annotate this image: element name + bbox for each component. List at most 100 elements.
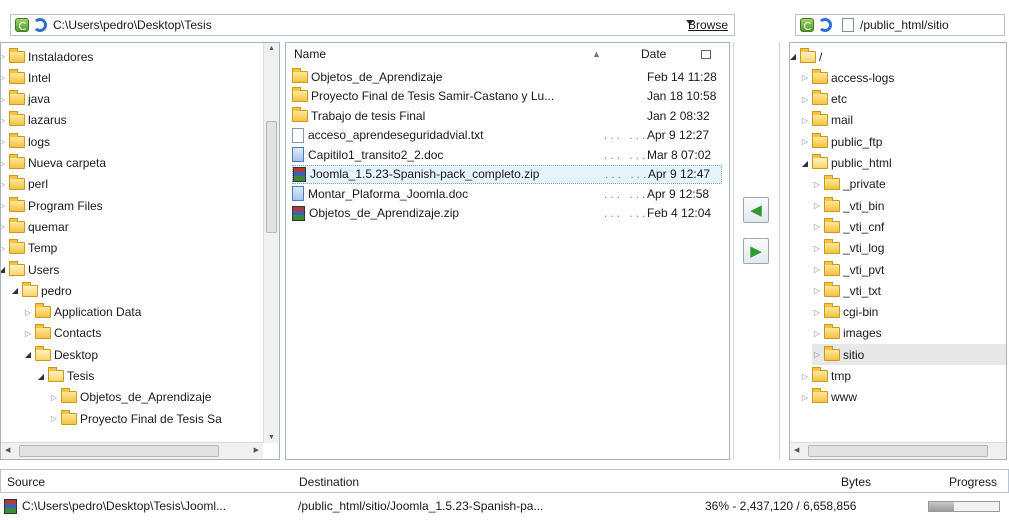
- expand-icon[interactable]: ▷: [800, 73, 810, 82]
- tree-item[interactable]: ▷ sitio: [812, 344, 1006, 366]
- file-row[interactable]: Montar_Plaforma_Joomla.doc ... ... Apr 9 1…: [292, 184, 722, 203]
- expand-icon[interactable]: ▷: [800, 137, 810, 146]
- tree-item[interactable]: ▷ Objetos_de_Aprendizaje: [49, 387, 211, 408]
- horizontal-scrollbar[interactable]: ◀: [790, 442, 1006, 459]
- horizontal-scrollbar[interactable]: ◀ ▶: [1, 442, 263, 459]
- expand-icon[interactable]: ▷: [23, 329, 33, 338]
- expand-icon[interactable]: ▷: [812, 350, 822, 359]
- tree-item[interactable]: ▷ _vti_pvt: [812, 259, 884, 280]
- expand-icon[interactable]: ▷: [1, 222, 7, 231]
- expand-icon[interactable]: ▷: [812, 201, 822, 210]
- tree-item[interactable]: ▷ Intel: [1, 67, 51, 88]
- tree-item[interactable]: ◢ /: [790, 46, 822, 67]
- expand-icon[interactable]: ▷: [800, 116, 810, 125]
- tree-item[interactable]: ▷ Program Files: [1, 195, 103, 216]
- file-row[interactable]: Objetos_de_Aprendizaje.zip ... ... Feb 4 1…: [292, 204, 722, 223]
- file-row[interactable]: Joomla_1.5.23-Spanish-pack_completo.zip.…: [292, 164, 722, 184]
- column-header-name[interactable]: Name ▲: [294, 43, 601, 65]
- column-header-source[interactable]: Source: [7, 475, 45, 489]
- tree-item[interactable]: ▷ _private: [812, 174, 886, 195]
- tree-item[interactable]: ▷ public_ftp: [800, 131, 882, 152]
- refresh-icon[interactable]: [33, 18, 47, 32]
- file-row[interactable]: Trabajo de tesis Final Jan 2 08:32: [292, 106, 722, 125]
- tree-item[interactable]: ▷ logs: [1, 131, 50, 152]
- column-header-progress[interactable]: Progress: [949, 475, 997, 489]
- expand-icon[interactable]: ▷: [812, 222, 822, 231]
- scroll-thumb[interactable]: [808, 445, 988, 457]
- expand-icon[interactable]: ▷: [812, 329, 822, 338]
- expand-icon[interactable]: ▷: [800, 95, 810, 104]
- expand-icon[interactable]: ▷: [800, 393, 810, 402]
- transfer-queue-row[interactable]: C:\Users\pedro\Desktop\Tesis\Jooml... /p…: [0, 497, 1009, 517]
- download-arrow-button[interactable]: ◀: [743, 197, 769, 223]
- expand-icon[interactable]: ▷: [1, 52, 7, 61]
- collapse-icon[interactable]: ◢: [800, 159, 810, 168]
- column-header-bytes[interactable]: Bytes: [841, 475, 871, 489]
- expand-icon[interactable]: ▷: [812, 180, 822, 189]
- expand-icon[interactable]: ▷: [1, 73, 7, 82]
- tree-item[interactable]: ▷ access-logs: [800, 67, 894, 88]
- expand-icon[interactable]: ▷: [1, 244, 7, 253]
- upload-arrow-button[interactable]: ▶: [743, 238, 769, 264]
- tree-item[interactable]: ▷ etc: [800, 89, 847, 110]
- expand-icon[interactable]: ▷: [812, 265, 822, 274]
- file-row[interactable]: acceso_aprendeseguridadvial.txt ... ... Ap…: [292, 126, 722, 145]
- expand-icon[interactable]: ▷: [49, 393, 59, 402]
- expand-icon[interactable]: ▷: [1, 180, 7, 189]
- column-header-destination[interactable]: Destination: [299, 475, 359, 489]
- expand-icon[interactable]: ▷: [812, 286, 822, 295]
- local-path-input[interactable]: C:\Users\pedro\Desktop\Tesis: [53, 18, 212, 32]
- expand-icon[interactable]: ▷: [49, 414, 59, 423]
- tree-item[interactable]: ▷ cgi-bin: [812, 302, 878, 323]
- remote-path-input[interactable]: /public_html/sitio: [860, 18, 949, 32]
- scroll-thumb[interactable]: [19, 445, 219, 457]
- tree-item[interactable]: ▷ Application Data: [23, 302, 141, 323]
- tree-item[interactable]: ▷ _vti_txt: [812, 280, 881, 301]
- local-path-bar[interactable]: C:\Users\pedro\Desktop\Tesis Browse: [10, 14, 735, 36]
- tree-item[interactable]: ▷ Temp: [1, 238, 57, 259]
- scroll-thumb[interactable]: [266, 121, 277, 233]
- collapse-icon[interactable]: ◢: [36, 372, 46, 381]
- expand-icon[interactable]: ▷: [812, 244, 822, 253]
- collapse-icon[interactable]: ◢: [23, 350, 33, 359]
- local-folder-tree[interactable]: ▷ Instaladores ▷ Intel ▷ java ▷ lazarus ▷ logs ▷ Nu…: [0, 42, 280, 460]
- collapse-icon[interactable]: ◢: [10, 286, 20, 295]
- column-header-date[interactable]: Date: [641, 43, 721, 65]
- tree-item[interactable]: ▷ _vti_bin: [812, 195, 884, 216]
- collapse-icon[interactable]: ◢: [790, 52, 798, 61]
- remote-path-bar[interactable]: /public_html/sitio: [795, 14, 1005, 36]
- expand-icon[interactable]: ▷: [23, 308, 33, 317]
- local-file-list[interactable]: Name ▲ Date Objetos_de_Aprendizaje Feb 14…: [285, 42, 730, 460]
- tree-item[interactable]: ◢ Tesis: [36, 366, 94, 387]
- tree-item[interactable]: ◢ pedro: [10, 280, 72, 301]
- collapse-icon[interactable]: ◢: [1, 265, 7, 274]
- vertical-scrollbar[interactable]: ▲ ▼: [263, 43, 279, 443]
- expand-icon[interactable]: ▷: [1, 137, 7, 146]
- browse-button[interactable]: Browse: [688, 18, 728, 32]
- tree-item[interactable]: ◢ Desktop: [23, 344, 98, 365]
- expand-icon[interactable]: ▷: [1, 116, 7, 125]
- file-row[interactable]: Objetos_de_Aprendizaje Feb 14 11:28: [292, 67, 722, 86]
- tree-item[interactable]: ▷ Instaladores: [1, 46, 93, 67]
- tree-item[interactable]: ▷ images: [812, 323, 882, 344]
- sync-icon[interactable]: [800, 18, 814, 32]
- tree-item[interactable]: ▷ mail: [800, 110, 853, 131]
- tree-item[interactable]: ▷ tmp: [800, 366, 851, 387]
- tree-item[interactable]: ▷ _vti_cnf: [812, 216, 884, 237]
- expand-icon[interactable]: ▷: [800, 372, 810, 381]
- tree-item[interactable]: ▷ Nueva carpeta: [1, 153, 106, 174]
- expand-icon[interactable]: ▷: [1, 159, 7, 168]
- expand-icon[interactable]: ▷: [1, 95, 7, 104]
- panel-splitter[interactable]: [776, 42, 780, 460]
- tree-item[interactable]: ▷ Contacts: [23, 323, 101, 344]
- tree-item[interactable]: ◢ Users: [1, 259, 59, 280]
- tree-item[interactable]: ▷ _vti_log: [812, 238, 884, 259]
- file-row[interactable]: Proyecto Final de Tesis Samir-Castano y …: [292, 87, 722, 106]
- tree-item[interactable]: ▷ Proyecto Final de Tesis Sa: [49, 408, 222, 429]
- tree-item[interactable]: ▷ www: [800, 387, 857, 408]
- tree-item[interactable]: ▷ java: [1, 89, 50, 110]
- tree-item[interactable]: ▷ perl: [1, 174, 48, 195]
- sync-icon[interactable]: [15, 18, 29, 32]
- expand-icon[interactable]: ▷: [812, 308, 822, 317]
- panel-splitter[interactable]: [733, 42, 737, 460]
